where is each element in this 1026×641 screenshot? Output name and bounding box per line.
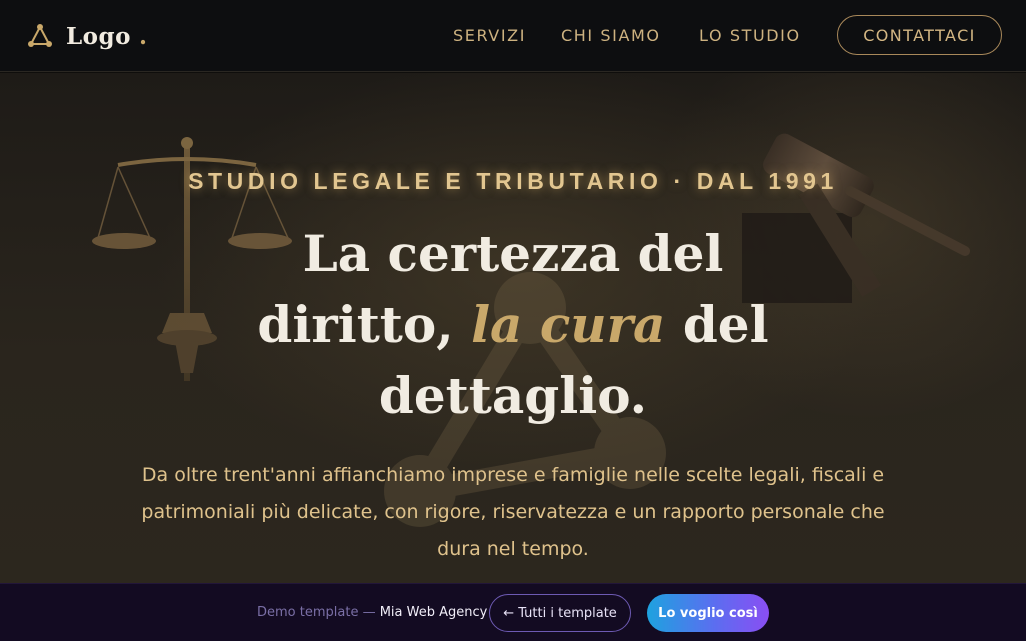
hero-lead-paragraph: Da oltre trent'anni affianchiamo imprese… <box>141 464 885 560</box>
triangle-nodes-icon <box>28 24 52 47</box>
hero-headline: La certezza del diritto, la cura del det… <box>213 218 813 431</box>
headline-line-3: dettaglio. <box>378 366 648 425</box>
headline-line-2-start: diritto, <box>257 295 472 354</box>
demo-template-prefix: Demo template — <box>257 605 380 620</box>
demo-template-bar: Demo template — Mia Web Agency ← Tutti i… <box>0 583 1026 641</box>
logo-dot: . <box>138 22 147 50</box>
contact-button[interactable]: CONTATTACI <box>837 15 1002 55</box>
nav-link-chi-siamo[interactable]: CHI SIAMO <box>561 26 661 46</box>
hero-section: STUDIO LEGALE E TRIBUTARIO · DAL 1991 La… <box>0 73 1026 583</box>
nav-link-lo-studio[interactable]: LO STUDIO <box>699 26 801 46</box>
site-header: Logo . SERVIZI CHI SIAMO LO STUDIO CONTA… <box>0 0 1026 72</box>
hero-kicker: STUDIO LEGALE E TRIBUTARIO · DAL 1991 <box>188 168 838 194</box>
logo-text: Logo <box>66 22 131 50</box>
headline-line-2-end: del <box>665 295 769 354</box>
demo-template-label: Demo template — Mia Web Agency <box>257 604 487 622</box>
logo[interactable]: Logo . <box>27 20 147 52</box>
nav-link-servizi[interactable]: SERVIZI <box>453 26 526 46</box>
headline-line-1: La certezza del <box>302 224 724 283</box>
all-templates-button[interactable]: ← Tutti i template <box>489 594 631 632</box>
agency-name: Mia Web Agency <box>379 605 488 620</box>
want-this-button[interactable]: Lo voglio così <box>647 594 769 632</box>
headline-accent: la cura <box>471 295 666 354</box>
